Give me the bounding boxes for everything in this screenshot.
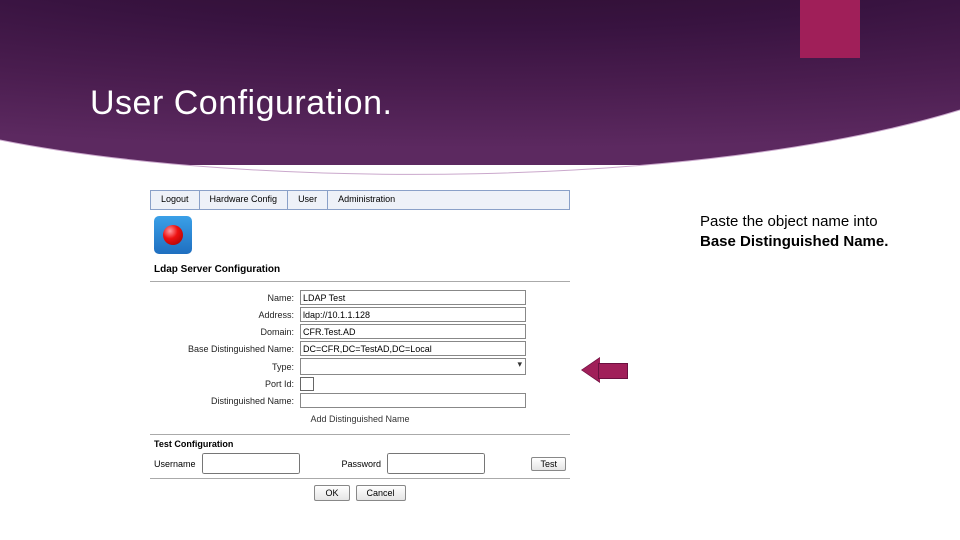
portid-checkbox[interactable] <box>300 377 314 391</box>
arrow-annotation <box>582 358 626 382</box>
menu-hardware[interactable]: Hardware Config <box>200 191 289 209</box>
test-section-header: Test Configuration <box>154 439 566 449</box>
test-section: Test Configuration Username Password Tes… <box>150 434 570 478</box>
add-dn-link[interactable]: Add Distinguished Name <box>154 410 566 428</box>
address-label: Address: <box>154 310 300 320</box>
username-input[interactable] <box>202 453 300 474</box>
username-label: Username <box>154 459 196 469</box>
password-input[interactable] <box>387 453 485 474</box>
record-icon <box>154 216 192 254</box>
accent-tab <box>800 0 860 58</box>
address-input[interactable] <box>300 307 526 322</box>
name-input[interactable] <box>300 290 526 305</box>
ldap-section-header: Ldap Server Configuration <box>150 260 570 281</box>
type-label: Type: <box>154 362 300 372</box>
name-label: Name: <box>154 293 300 303</box>
domain-label: Domain: <box>154 327 300 337</box>
ok-button[interactable]: OK <box>314 485 349 501</box>
bdn-label: Base Distinguished Name: <box>154 344 300 354</box>
cancel-button[interactable]: Cancel <box>356 485 406 501</box>
ldap-form: Name: Address: Domain: Base Distinguishe… <box>150 281 570 434</box>
callout-line1: Paste the object name into <box>700 213 878 230</box>
top-menu: Logout Hardware Config User Administrati… <box>150 190 570 210</box>
dn-input[interactable] <box>300 393 526 408</box>
menu-user[interactable]: User <box>288 191 328 209</box>
callout-line2: Base Distinguished Name. <box>700 233 888 250</box>
domain-input[interactable] <box>300 324 526 339</box>
callout-text: Paste the object name into Base Distingu… <box>700 212 930 251</box>
dialog-buttons: OK Cancel <box>150 478 570 507</box>
portid-label: Port Id: <box>154 379 300 389</box>
menu-admin[interactable]: Administration <box>328 191 405 209</box>
dn-label: Distinguished Name: <box>154 396 300 406</box>
menu-logout[interactable]: Logout <box>151 191 200 209</box>
slide-title: User Configuration. <box>90 84 392 123</box>
type-select[interactable] <box>300 358 526 375</box>
config-screenshot: Logout Hardware Config User Administrati… <box>150 190 570 510</box>
bdn-input[interactable] <box>300 341 526 356</box>
password-label: Password <box>342 459 382 469</box>
test-button[interactable]: Test <box>531 457 566 471</box>
